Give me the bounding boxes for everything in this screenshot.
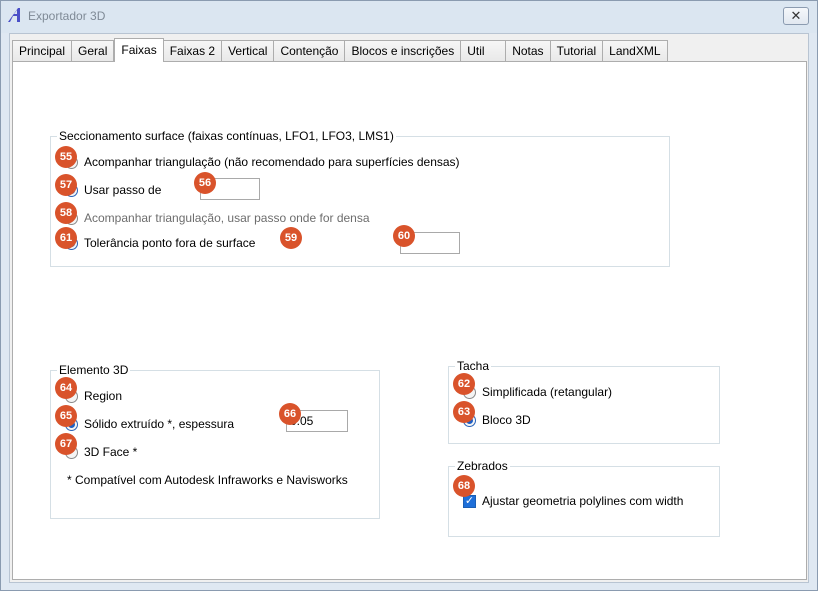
tacha-legend: Tacha xyxy=(457,359,490,373)
badge-61: 61 xyxy=(55,227,77,249)
tacha-group: Tacha xyxy=(448,360,720,444)
tab-tutorial[interactable]: Tutorial xyxy=(550,40,604,62)
tab-notas[interactable]: Notas xyxy=(506,40,551,62)
opt-solido-row[interactable]: Sólido extruído *, espessura xyxy=(65,417,234,431)
opt-usar-passo-label: Usar passo de xyxy=(84,183,162,197)
window-title: Exportador 3D xyxy=(28,9,106,23)
tab-faixas-2[interactable]: Faixas 2 xyxy=(163,40,223,62)
opt-simplificada-label: Simplificada (retangular) xyxy=(482,385,613,399)
exportador-window: Exportador 3D ✕ Principal Geral Faixas F… xyxy=(0,0,818,591)
badge-55: 55 xyxy=(55,146,77,168)
seccionamento-legend: Seccionamento surface (faixas contínuas,… xyxy=(59,129,394,143)
opt-tolerancia-row[interactable]: Tolerância ponto fora de surface xyxy=(65,236,255,250)
opt-acompanhar-label: Acompanhar triangulação (não recomendado… xyxy=(84,155,460,169)
opt-ajustar-label: Ajustar geometria polylines com width xyxy=(482,494,684,508)
badge-66: 66 xyxy=(279,403,301,425)
opt-usar-passo-row[interactable]: Usar passo de xyxy=(65,183,161,197)
client-area: Principal Geral Faixas Faixas 2 Vertical… xyxy=(9,33,809,583)
opt-bloco3d-label: Bloco 3D xyxy=(482,413,531,427)
opt-acompanhar-row[interactable]: Acompanhar triangulação (não recomendado… xyxy=(65,155,460,169)
tab-util[interactable]: Util xyxy=(461,40,507,62)
zebrados-legend: Zebrados xyxy=(457,459,508,473)
badge-65: 65 xyxy=(55,405,77,427)
close-button[interactable]: ✕ xyxy=(783,7,809,25)
elemento3d-legend: Elemento 3D xyxy=(59,363,129,377)
opt-region-label: Region xyxy=(84,389,123,403)
badge-56: 56 xyxy=(194,172,216,194)
tab-principal[interactable]: Principal xyxy=(12,40,73,62)
title-bar: Exportador 3D ✕ xyxy=(1,1,817,33)
badge-68: 68 xyxy=(453,475,475,497)
tab-landxml[interactable]: LandXML xyxy=(603,40,668,62)
compat-note: * Compatível com Autodesk Infraworks e N… xyxy=(67,473,348,487)
opt-simplificada-row[interactable]: Simplificada (retangular) xyxy=(463,385,612,399)
badge-64: 64 xyxy=(55,377,77,399)
tab-vertical[interactable]: Vertical xyxy=(222,40,275,62)
badge-59: 59 xyxy=(280,227,302,249)
elemento3d-group: Elemento 3D xyxy=(50,364,380,519)
app-logo-icon xyxy=(8,8,20,22)
badge-58: 58 xyxy=(55,202,77,224)
tab-blocos-inscricoes[interactable]: Blocos e inscrições xyxy=(345,40,462,62)
opt-solido-label: Sólido extruído *, espessura xyxy=(84,417,235,431)
tab-geral[interactable]: Geral xyxy=(72,40,115,62)
badge-57: 57 xyxy=(55,174,77,196)
faixas-panel: Seccionamento surface (faixas contínuas,… xyxy=(12,61,807,580)
badge-63: 63 xyxy=(453,401,475,423)
opt-acompanhar-passo-row[interactable]: Acompanhar triangulação, usar passo onde… xyxy=(65,211,370,225)
tab-faixas[interactable]: Faixas xyxy=(114,38,164,62)
tab-strip: Principal Geral Faixas Faixas 2 Vertical… xyxy=(12,38,668,62)
badge-60: 60 xyxy=(393,225,415,247)
opt-ajustar-row[interactable]: ✓ Ajustar geometria polylines com width xyxy=(463,494,683,508)
opt-acompanhar-passo-label: Acompanhar triangulação, usar passo onde… xyxy=(84,211,370,225)
tab-contencao[interactable]: Contenção xyxy=(274,40,346,62)
opt-tolerancia-label: Tolerância ponto fora de surface xyxy=(84,236,256,250)
opt-3dface-label: 3D Face * xyxy=(84,445,138,459)
badge-67: 67 xyxy=(55,433,77,455)
badge-62: 62 xyxy=(453,373,475,395)
